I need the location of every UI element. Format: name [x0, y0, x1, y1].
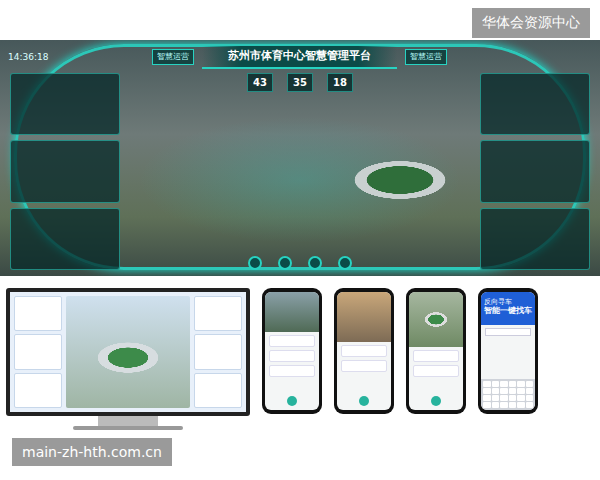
nav-icon[interactable]: [248, 256, 262, 270]
key[interactable]: [483, 395, 491, 401]
info-panel: [480, 208, 590, 271]
left-panels: [10, 73, 120, 271]
key[interactable]: [517, 395, 525, 401]
key[interactable]: [500, 381, 508, 387]
key[interactable]: [517, 388, 525, 394]
header-row: 华体会资源中心: [0, 0, 600, 40]
phone: [406, 288, 466, 414]
keyboard[interactable]: [481, 379, 535, 410]
monitor: [6, 288, 250, 430]
nav-icon[interactable]: [278, 256, 292, 270]
info-panel: [10, 208, 120, 271]
dashboard-tag[interactable]: 智慧运营: [405, 49, 447, 65]
key[interactable]: [492, 402, 500, 408]
key[interactable]: [509, 395, 517, 401]
phone: [334, 288, 394, 414]
clock: 14:36:18: [8, 51, 48, 65]
footer-row: main-zh-hth.com.cn: [0, 438, 600, 466]
key[interactable]: [526, 381, 534, 387]
key[interactable]: [483, 388, 491, 394]
right-panels: [480, 73, 590, 271]
plate-input[interactable]: [485, 328, 531, 336]
phone: [262, 288, 322, 414]
key[interactable]: [509, 402, 517, 408]
devices-row: 反向寻车 智能一键找车: [0, 276, 600, 438]
key[interactable]: [509, 388, 517, 394]
nav-icon[interactable]: [308, 256, 322, 270]
key[interactable]: [500, 388, 508, 394]
dashboard-title: 苏州市体育中心智慧管理平台: [202, 46, 397, 69]
info-panel: [10, 73, 120, 136]
key[interactable]: [526, 402, 534, 408]
key[interactable]: [500, 395, 508, 401]
app-headline: 智能一键找车: [484, 306, 532, 316]
app-subtitle: 反向寻车: [484, 298, 532, 306]
key[interactable]: [492, 395, 500, 401]
stat-value: 43: [247, 73, 273, 92]
key[interactable]: [492, 381, 500, 387]
key[interactable]: [517, 381, 525, 387]
key[interactable]: [492, 388, 500, 394]
dashboard-tag[interactable]: 智慧运营: [152, 49, 194, 65]
stat-value: 18: [327, 73, 353, 92]
key[interactable]: [483, 402, 491, 408]
info-panel: [480, 140, 590, 203]
key[interactable]: [526, 388, 534, 394]
dashboard: 14:36:18 智慧运营 苏州市体育中心智慧管理平台 智慧运营 43 35 18: [0, 40, 600, 276]
key[interactable]: [483, 381, 491, 387]
stats-row: 43 35 18: [247, 73, 353, 92]
key[interactable]: [509, 381, 517, 387]
watermark: 华体会资源中心: [472, 8, 590, 38]
stadium-render: [66, 296, 190, 408]
footer-label: main-zh-hth.com.cn: [12, 438, 172, 466]
key[interactable]: [526, 395, 534, 401]
info-panel: [480, 73, 590, 136]
info-panel: [10, 140, 120, 203]
phone: 反向寻车 智能一键找车: [478, 288, 538, 414]
nav-icon[interactable]: [338, 256, 352, 270]
bottom-nav: [248, 256, 352, 270]
key[interactable]: [517, 402, 525, 408]
key[interactable]: [500, 402, 508, 408]
stat-value: 35: [287, 73, 313, 92]
